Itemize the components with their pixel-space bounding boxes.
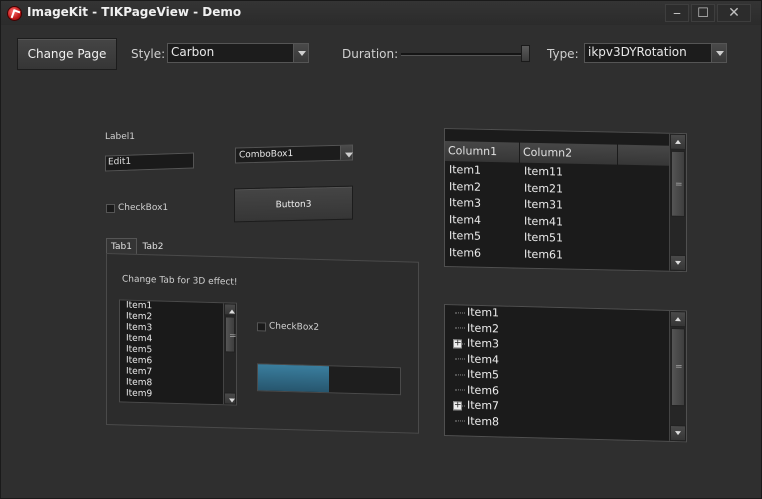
listview-header: Column1 Column2 xyxy=(445,141,670,166)
chevron-down-icon[interactable] xyxy=(293,44,308,62)
main-window: ImageKit - TIKPageView - Demo ⎯ ☐ ✕ Chan… xyxy=(0,0,762,499)
tab-caption: Change Tab for 3D effect! xyxy=(122,274,238,288)
edit1-input[interactable]: Edit1 xyxy=(105,152,194,172)
treeview[interactable]: Item1 Item2 + Item3 Item4 Item5 Item6 + It… xyxy=(444,304,687,443)
listview-rows: Item1 Item11 Item2 Item21 Item3 Item31 Item… xyxy=(449,163,563,264)
chevron-down-icon[interactable] xyxy=(711,44,726,62)
type-label: Type: xyxy=(547,47,579,61)
scroll-down-icon[interactable] xyxy=(224,392,236,405)
tree-item[interactable]: Item5 xyxy=(455,367,499,384)
checkbox1-label: CheckBox1 xyxy=(118,203,169,213)
scroll-up-icon[interactable] xyxy=(670,310,686,328)
type-combobox-value: ikpv3DYRotation xyxy=(588,45,687,59)
style-combobox-value: Carbon xyxy=(171,45,215,59)
tree-item-label: Item4 xyxy=(467,352,500,366)
expand-plus-icon[interactable]: + xyxy=(453,338,462,349)
tree-connector xyxy=(455,327,465,329)
progress-bar xyxy=(257,363,401,396)
progress-fill xyxy=(258,364,329,393)
tree-item[interactable]: + Item7 xyxy=(453,398,500,415)
table-cell: Item61 xyxy=(524,247,564,261)
style-label: Style: xyxy=(131,47,166,61)
table-cell: Item2 xyxy=(449,179,482,194)
table-cell: Item6 xyxy=(449,245,482,260)
table-cell: Item5 xyxy=(449,229,482,243)
column1-header[interactable]: Column1 xyxy=(445,141,520,163)
scroll-thumb[interactable] xyxy=(225,316,235,353)
table-cell: Item31 xyxy=(524,197,564,212)
tree-item-label: Item6 xyxy=(467,383,500,397)
combobox1-value: ComboBox1 xyxy=(239,149,294,161)
tree-connector xyxy=(455,358,465,360)
column2-header[interactable]: Column2 xyxy=(520,142,618,165)
checkbox2-label: CheckBox2 xyxy=(269,321,320,333)
chevron-down-icon[interactable] xyxy=(340,145,352,160)
change-page-button[interactable]: Change Page xyxy=(17,38,117,70)
listview-scrollbar[interactable] xyxy=(669,133,686,272)
inner-list-scrollbar[interactable] xyxy=(223,303,236,405)
tree-connector xyxy=(455,389,465,391)
tree-item[interactable]: Item2 xyxy=(455,321,499,338)
button3[interactable]: Button3 xyxy=(234,185,353,223)
duration-slider-track[interactable] xyxy=(401,53,527,56)
scroll-up-icon[interactable] xyxy=(224,303,236,316)
tree-item-label: Item1 xyxy=(467,305,500,320)
table-cell: Item21 xyxy=(524,181,564,195)
scroll-thumb[interactable] xyxy=(671,327,685,407)
table-cell: Item11 xyxy=(524,164,564,179)
table-row[interactable]: Item6 Item61 xyxy=(449,246,563,265)
window-title: ImageKit - TIKPageView - Demo xyxy=(27,5,242,19)
maximize-button[interactable]: ☐ xyxy=(691,4,715,22)
checkbox1-box[interactable] xyxy=(106,204,115,213)
tree-connector xyxy=(455,373,465,376)
tree-item-label: Item8 xyxy=(467,414,500,428)
tree-item[interactable]: Item6 xyxy=(455,383,499,400)
type-combobox[interactable]: ikpv3DYRotation xyxy=(584,43,727,63)
label1: Label1 xyxy=(105,132,136,142)
inner-listbox[interactable]: Item1 Item2 Item3 Item4 Item5 Item6 Item… xyxy=(119,299,237,406)
tree-connector xyxy=(455,420,465,422)
close-button[interactable]: ✕ xyxy=(717,4,751,22)
table-cell: Item4 xyxy=(449,212,482,227)
tree-item[interactable]: Item4 xyxy=(455,352,499,369)
window-controls: ⎯ ☐ ✕ xyxy=(665,4,751,22)
scroll-thumb[interactable] xyxy=(671,150,685,218)
tree-item-label: Item7 xyxy=(467,398,500,413)
scroll-down-icon[interactable] xyxy=(670,254,686,272)
minimize-button[interactable]: ⎯ xyxy=(665,4,689,22)
expand-plus-icon[interactable]: + xyxy=(453,400,462,411)
app-icon xyxy=(7,6,22,21)
duration-label: Duration: xyxy=(342,47,399,61)
treeview-scrollbar[interactable] xyxy=(669,310,686,442)
tree-connector xyxy=(455,311,465,314)
combobox1[interactable]: ComboBox1 xyxy=(235,144,353,164)
tree-item[interactable]: + Item3 xyxy=(453,336,500,353)
table-cell: Item3 xyxy=(449,196,482,210)
checkbox2-box[interactable] xyxy=(257,322,266,332)
column-filler xyxy=(618,144,670,166)
tree-item-label: Item2 xyxy=(467,321,500,335)
tree-item[interactable]: Item1 xyxy=(455,305,499,322)
scroll-up-icon[interactable] xyxy=(670,133,686,151)
tree-item-label: Item5 xyxy=(467,367,500,382)
listview[interactable]: Column1 Column2 Item1 Item11 Item2 Item21 … xyxy=(444,128,687,273)
table-cell: Item51 xyxy=(524,230,564,245)
duration-slider-thumb[interactable] xyxy=(521,45,530,62)
style-combobox[interactable]: Carbon xyxy=(167,43,309,63)
scroll-down-icon[interactable] xyxy=(670,424,686,442)
list-item[interactable]: Item9 xyxy=(120,388,236,402)
tree-item-label: Item3 xyxy=(467,336,500,351)
table-cell: Item41 xyxy=(524,214,564,228)
tab-panel: Change Tab for 3D effect! Item1 Item2 It… xyxy=(106,253,419,434)
table-cell: Item1 xyxy=(449,163,482,177)
title-bar[interactable]: ImageKit - TIKPageView - Demo ⎯ ☐ ✕ xyxy=(1,1,761,25)
tree-item[interactable]: Item8 xyxy=(455,414,499,431)
